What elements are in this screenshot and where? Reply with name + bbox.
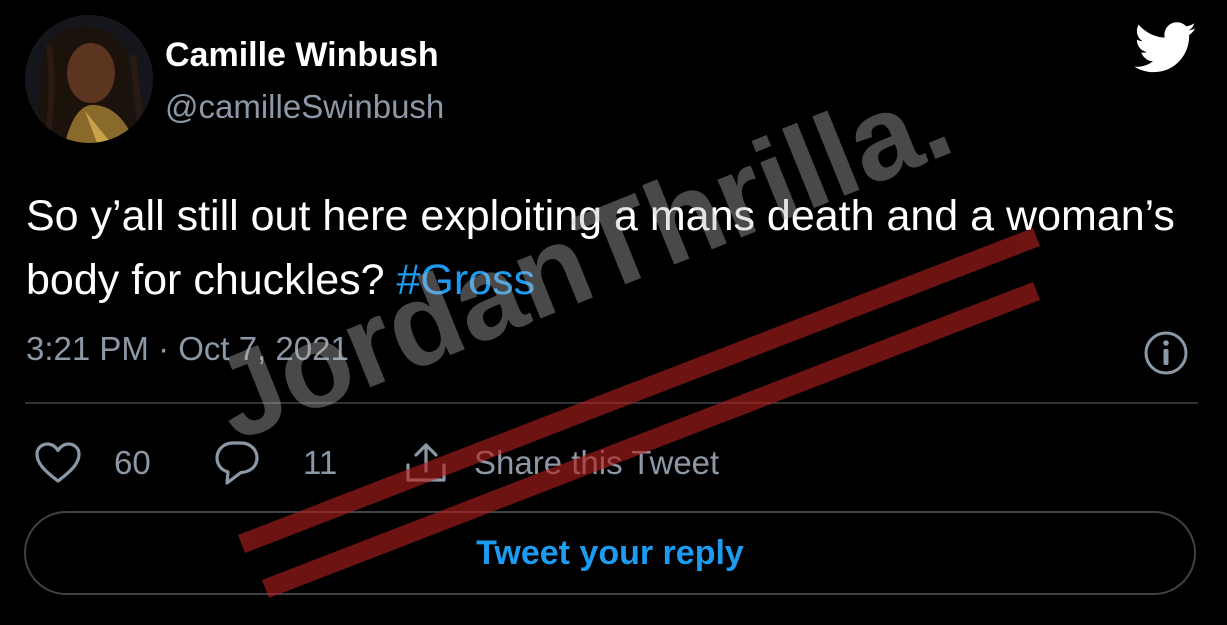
like-button[interactable]: 60 — [34, 435, 151, 491]
reply-count: 11 — [303, 444, 338, 481]
avatar[interactable] — [25, 15, 153, 143]
tweet-timestamp[interactable]: 3:21 PM · Oct 7, 2021 — [26, 330, 349, 368]
tweet-body: So y’all still out here exploiting a man… — [26, 192, 1175, 304]
avatar-photo — [25, 15, 153, 143]
reply-label: Tweet your reply — [476, 533, 744, 572]
author-display-name[interactable]: Camille Winbush — [165, 36, 439, 75]
like-count: 60 — [114, 444, 151, 481]
share-label: Share this Tweet — [474, 444, 720, 481]
author-handle[interactable]: @camilleSwinbush — [165, 88, 444, 126]
info-icon[interactable] — [1143, 330, 1189, 376]
heart-icon — [35, 442, 81, 483]
comment-icon — [215, 441, 259, 485]
share-button[interactable]: Share this Tweet — [404, 435, 719, 491]
twitter-bird-icon[interactable] — [1134, 22, 1198, 74]
share-icon — [406, 443, 446, 482]
tweet-card: Camille Winbush @camilleSwinbush So y’al… — [0, 0, 1227, 625]
divider — [25, 402, 1198, 404]
tweet-text: So y’all still out here exploiting a man… — [26, 184, 1206, 312]
reply-button[interactable]: 11 — [213, 435, 337, 491]
reply-button-box[interactable]: Tweet your reply — [24, 511, 1196, 595]
hashtag-link[interactable]: #Gross — [396, 256, 535, 304]
